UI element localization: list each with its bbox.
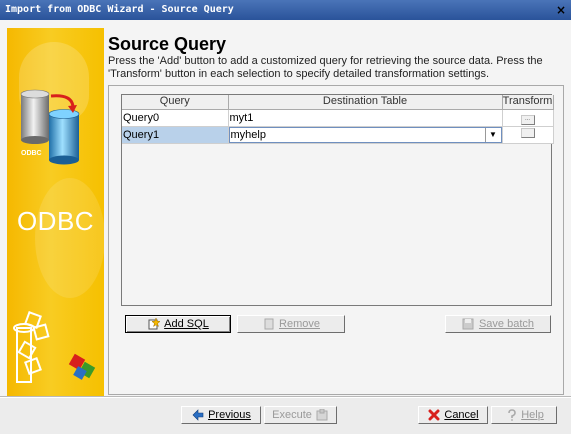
close-icon[interactable]: × (554, 3, 568, 17)
wizard-content: ODBC ODBC Source Query Press the 'Add' b… (0, 20, 571, 396)
column-header-transform[interactable]: Transform (502, 95, 554, 110)
cancel-label: Cancel (444, 409, 479, 421)
window-title: Import from ODBC Wizard - Source Query (5, 4, 234, 15)
odbc-banner: ODBC ODBC (7, 28, 104, 396)
help-icon (504, 409, 517, 422)
destination-table-cell[interactable]: myt1 (228, 109, 503, 127)
destination-table-combobox[interactable]: myhelp ▼ (228, 126, 501, 142)
destination-table-editor-cell: myhelp ▼ (228, 126, 503, 144)
help-button[interactable]: Help (491, 406, 557, 424)
save-batch-icon (462, 318, 475, 331)
page-title: Source Query (108, 34, 227, 54)
query-table: Query Destination Table Transform Query0… (122, 95, 554, 144)
banner-swoosh-lower (35, 178, 104, 298)
remove-icon (262, 318, 275, 331)
cancel-button[interactable]: Cancel (418, 406, 488, 424)
query-panel: Query Destination Table Transform Query0… (108, 85, 564, 395)
transform-cubes-icon (13, 311, 96, 383)
page-description: Press the 'Add' button to add a customiz… (108, 55, 543, 80)
column-header-query[interactable]: Query (122, 95, 229, 110)
transform-cell (502, 126, 554, 144)
banner-small-label: ODBC (21, 150, 42, 157)
previous-button[interactable]: Previous (181, 406, 261, 424)
remove-label: Remove (279, 318, 320, 330)
arrow-left-icon (191, 409, 204, 422)
remove-button[interactable]: Remove (237, 315, 345, 333)
wizard-footer: Previous Execute Cancel Help (0, 398, 571, 434)
column-header-destination[interactable]: Destination Table (228, 95, 503, 110)
help-label: Help (521, 409, 544, 421)
table-header-row: Query Destination Table Transform (122, 95, 554, 110)
save-batch-button[interactable]: Save batch (445, 315, 551, 333)
cancel-icon (427, 409, 440, 422)
add-sql-icon (147, 318, 160, 331)
table-row[interactable]: Query0 myt1 ... (122, 109, 554, 127)
transform-button[interactable]: ... (520, 114, 535, 125)
previous-label: Previous (208, 409, 251, 421)
add-sql-label: Add SQL (164, 318, 209, 330)
banner-odbc-label: ODBC (16, 206, 95, 236)
execute-button[interactable]: Execute (264, 406, 337, 424)
transform-cell: ... (502, 109, 554, 127)
title-bar: Import from ODBC Wizard - Source Query × (0, 0, 571, 20)
query-grid: Query Destination Table Transform Query0… (121, 94, 554, 306)
execute-icon (316, 409, 329, 422)
query-name-cell[interactable]: Query0 (122, 109, 229, 127)
add-sql-button[interactable]: Add SQL (125, 315, 231, 333)
execute-label: Execute (272, 409, 312, 421)
table-row-selected[interactable]: Query1 myhelp ▼ (122, 126, 554, 144)
query-name-cell[interactable]: Query1 (122, 126, 229, 144)
save-batch-label: Save batch (478, 318, 535, 330)
destination-table-value[interactable]: myhelp (230, 129, 485, 141)
chevron-down-icon[interactable]: ▼ (484, 127, 501, 142)
transform-button[interactable] (520, 128, 535, 138)
